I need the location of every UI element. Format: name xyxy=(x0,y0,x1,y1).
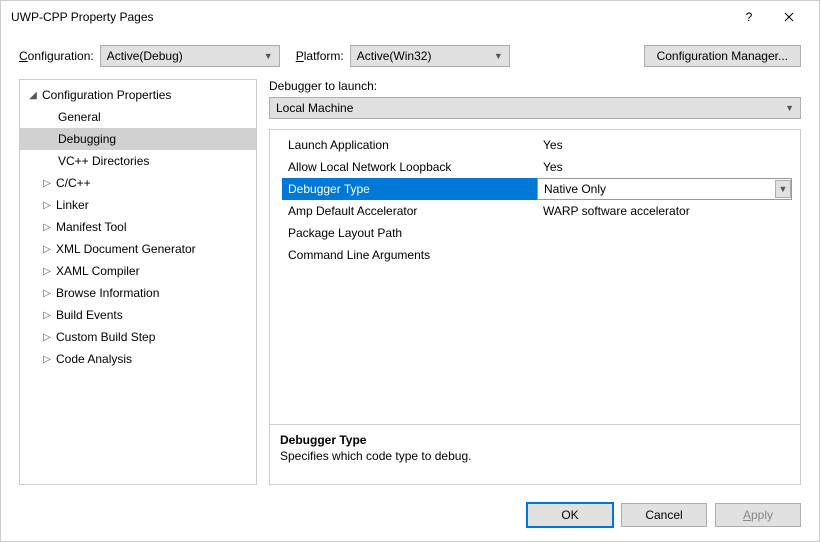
tree-root-configuration-properties[interactable]: ◢ Configuration Properties xyxy=(20,84,256,106)
tree-item-xaml-compiler[interactable]: ▷XAML Compiler xyxy=(20,260,256,282)
ok-button[interactable]: OK xyxy=(527,503,613,527)
chevron-down-icon: ▼ xyxy=(775,180,791,198)
config-row: Configuration: Active(Debug) ▼ Platform:… xyxy=(1,33,819,73)
tree-item-vcpp-directories[interactable]: VC++ Directories xyxy=(20,150,256,172)
debugger-launch-value: Local Machine xyxy=(276,101,785,115)
tree-item-ccpp[interactable]: ▷C/C++ xyxy=(20,172,256,194)
expand-icon: ▷ xyxy=(40,222,54,233)
grid-row-package-layout-path[interactable]: Package Layout Path xyxy=(282,222,792,244)
property-grid-body: Launch Application Yes Allow Local Netwo… xyxy=(270,130,800,424)
tree-view[interactable]: ◢ Configuration Properties General Debug… xyxy=(19,79,257,485)
help-button[interactable]: ? xyxy=(729,1,769,33)
configuration-dropdown[interactable]: Active(Debug) ▼ xyxy=(100,45,280,67)
debugger-launch-label: Debugger to launch: xyxy=(269,79,801,93)
tree-item-xml-doc-generator[interactable]: ▷XML Document Generator xyxy=(20,238,256,260)
expand-icon: ▷ xyxy=(40,310,54,321)
tree-item-code-analysis[interactable]: ▷Code Analysis xyxy=(20,348,256,370)
tree-item-linker[interactable]: ▷Linker xyxy=(20,194,256,216)
grid-row-command-line-args[interactable]: Command Line Arguments xyxy=(282,244,792,266)
expand-icon: ▷ xyxy=(40,244,54,255)
titlebar: UWP-CPP Property Pages ? xyxy=(1,1,819,33)
grid-row-launch-application[interactable]: Launch Application Yes xyxy=(282,134,792,156)
cancel-button[interactable]: Cancel xyxy=(621,503,707,527)
grid-row-amp-accelerator[interactable]: Amp Default Accelerator WARP software ac… xyxy=(282,200,792,222)
dialog-buttons: OK Cancel Apply xyxy=(1,495,819,541)
platform-value: Active(Win32) xyxy=(357,49,494,63)
chevron-down-icon: ▼ xyxy=(264,51,273,61)
expand-icon: ▷ xyxy=(40,288,54,299)
chevron-down-icon: ▼ xyxy=(785,103,794,113)
close-button[interactable] xyxy=(769,1,809,33)
property-description: Debugger Type Specifies which code type … xyxy=(270,424,800,484)
main-area: ◢ Configuration Properties General Debug… xyxy=(1,73,819,495)
expand-icon: ▷ xyxy=(40,178,54,189)
tree-item-general[interactable]: General xyxy=(20,106,256,128)
expand-icon: ▷ xyxy=(40,266,54,277)
platform-label: Platform: xyxy=(296,49,344,63)
tree-item-debugging[interactable]: Debugging xyxy=(20,128,256,150)
window-title: UWP-CPP Property Pages xyxy=(11,10,729,24)
debugger-launch-dropdown[interactable]: Local Machine ▼ xyxy=(269,97,801,119)
configuration-value: Active(Debug) xyxy=(107,49,264,63)
configuration-label: Configuration: xyxy=(19,49,94,63)
debugger-type-value-dropdown[interactable]: Native Only ▼ xyxy=(537,178,792,200)
configuration-manager-button[interactable]: Configuration Manager... xyxy=(644,45,801,67)
property-panel: Debugger to launch: Local Machine ▼ Laun… xyxy=(269,79,801,485)
description-text: Specifies which code type to debug. xyxy=(280,449,790,463)
close-icon xyxy=(784,12,794,22)
expand-icon: ▷ xyxy=(40,200,54,211)
collapse-icon: ◢ xyxy=(26,90,40,101)
chevron-down-icon: ▼ xyxy=(494,51,503,61)
tree-item-browse-information[interactable]: ▷Browse Information xyxy=(20,282,256,304)
grid-row-debugger-type[interactable]: Debugger Type Native Only ▼ xyxy=(282,178,792,200)
expand-icon: ▷ xyxy=(40,332,54,343)
grid-row-allow-loopback[interactable]: Allow Local Network Loopback Yes xyxy=(282,156,792,178)
property-grid: Launch Application Yes Allow Local Netwo… xyxy=(269,129,801,485)
description-title: Debugger Type xyxy=(280,433,790,447)
apply-button[interactable]: Apply xyxy=(715,503,801,527)
platform-dropdown[interactable]: Active(Win32) ▼ xyxy=(350,45,510,67)
expand-icon: ▷ xyxy=(40,354,54,365)
tree-item-manifest-tool[interactable]: ▷Manifest Tool xyxy=(20,216,256,238)
tree-item-custom-build-step[interactable]: ▷Custom Build Step xyxy=(20,326,256,348)
tree-item-build-events[interactable]: ▷Build Events xyxy=(20,304,256,326)
